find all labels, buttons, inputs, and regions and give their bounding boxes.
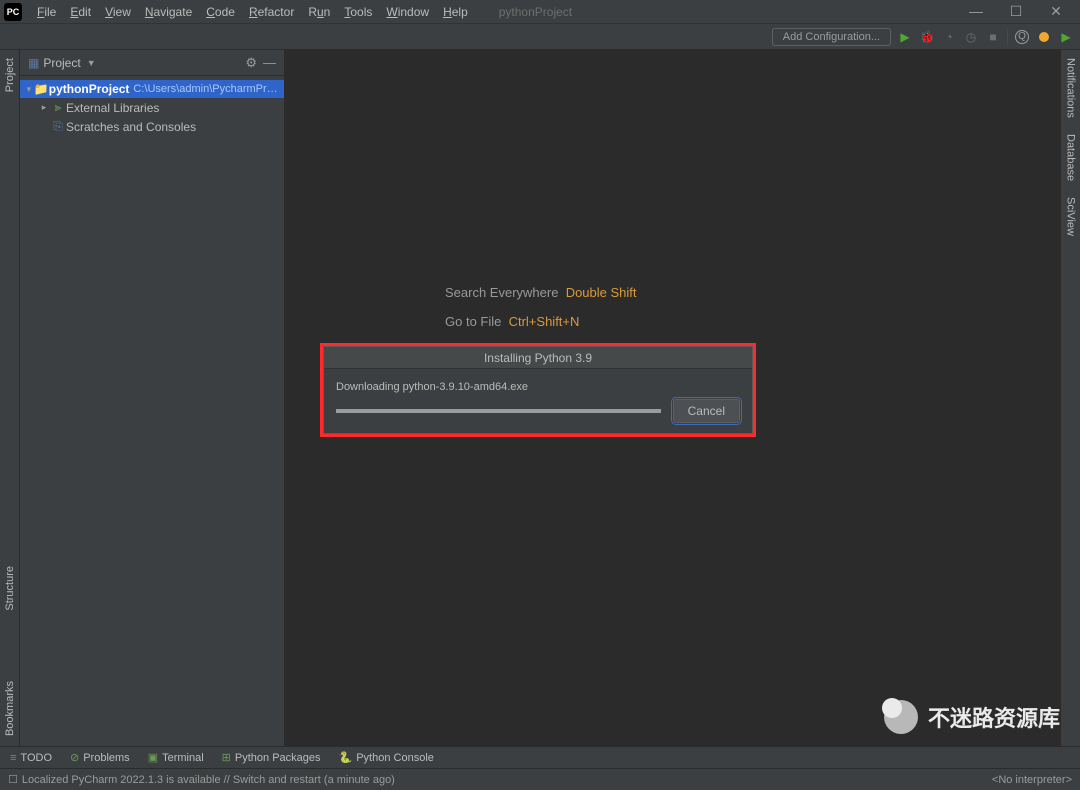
panel-settings-icon[interactable]: ⚙ [245, 55, 257, 71]
python-packages-tab[interactable]: ⊞Python Packages [222, 751, 321, 764]
shortcut: Double Shift [566, 285, 637, 300]
bottom-tool-tabs: ≡TODO ⊘Problems ▣Terminal ⊞Python Packag… [0, 746, 1080, 768]
menu-window[interactable]: Window [379, 5, 436, 19]
todo-tab[interactable]: ≡TODO [10, 752, 52, 764]
right-gutter: Notifications Database SciView [1060, 50, 1080, 746]
dialog-title: Installing Python 3.9 [324, 347, 752, 369]
console-icon: 🐍 [339, 751, 353, 764]
project-panel: ▦ Project ▼ ⚙ — ▾ 📁 pythonProject C:\Use… [20, 50, 285, 746]
maximize-button[interactable]: ☐ [996, 3, 1036, 20]
database-tool-tab[interactable]: Database [1065, 134, 1077, 181]
watermark: 不迷路资源库 [884, 700, 1060, 734]
problems-tab[interactable]: ⊘Problems [70, 751, 130, 764]
stop-icon[interactable]: ■ [985, 29, 1001, 45]
terminal-icon: ▣ [148, 751, 158, 764]
coverage-icon[interactable]: ◔ [941, 29, 957, 45]
status-icon[interactable]: ☐ [8, 773, 18, 786]
ide-features-icon[interactable]: ▶ [1058, 29, 1074, 45]
close-button[interactable]: ✕ [1036, 3, 1076, 20]
search-icon[interactable]: Q [1014, 29, 1030, 45]
menu-help[interactable]: Help [436, 5, 475, 19]
window-title: pythonProject [499, 5, 572, 19]
menu-run[interactable]: Run [301, 5, 337, 19]
expand-arrow-icon[interactable]: ▸ [38, 102, 50, 113]
debug-icon[interactable]: 🐞 [919, 29, 935, 45]
menu-bar: PC File Edit View Navigate Code Refactor… [0, 0, 1080, 24]
download-message: Downloading python-3.9.10-amd64.exe [336, 381, 740, 393]
python-console-tab[interactable]: 🐍Python Console [339, 751, 434, 764]
project-icon: ▦ [28, 56, 39, 70]
expand-arrow-icon[interactable]: ▾ [24, 84, 34, 95]
minimize-button[interactable]: — [956, 3, 996, 20]
interpreter-status[interactable]: <No interpreter> [992, 774, 1072, 786]
project-panel-header: ▦ Project ▼ ⚙ — [20, 50, 284, 76]
menu-code[interactable]: Code [199, 5, 242, 19]
cancel-button[interactable]: Cancel [673, 399, 740, 423]
status-message[interactable]: Localized PyCharm 2022.1.3 is available … [22, 774, 395, 786]
root-name: pythonProject [49, 82, 130, 96]
structure-tool-tab[interactable]: Structure [4, 566, 16, 611]
run-icon[interactable]: ▶ [897, 29, 913, 45]
packages-icon: ⊞ [222, 751, 231, 764]
toolbar: Add Configuration... ▶ 🐞 ◔ ◷ ■ Q ▶ [0, 24, 1080, 50]
tree-scratches[interactable]: ⎘ Scratches and Consoles [20, 117, 284, 136]
menu-file[interactable]: File [30, 5, 63, 19]
separator [1007, 29, 1008, 45]
installing-python-dialog: Installing Python 3.9 Downloading python… [323, 346, 753, 434]
tree-label: Scratches and Consoles [66, 120, 196, 134]
warning-icon: ⊘ [70, 751, 79, 764]
bookmarks-tool-tab[interactable]: Bookmarks [4, 681, 16, 736]
tree-external-libraries[interactable]: ▸ ⫸ External Libraries [20, 98, 284, 117]
updates-icon[interactable] [1036, 29, 1052, 45]
menu-edit[interactable]: Edit [63, 5, 98, 19]
root-path: C:\Users\admin\PycharmProjects\pyt [133, 83, 280, 95]
profile-icon[interactable]: ◷ [963, 29, 979, 45]
menu-navigate[interactable]: Navigate [138, 5, 199, 19]
wechat-icon [884, 700, 918, 734]
scratches-icon: ⎘ [50, 119, 66, 134]
tree-root[interactable]: ▾ 📁 pythonProject C:\Users\admin\Pycharm… [20, 80, 284, 98]
shortcut: Ctrl+Shift+N [509, 314, 580, 329]
left-gutter: Project Structure Bookmarks [0, 50, 20, 746]
hint-search-everywhere: Search Everywhere Double Shift [445, 285, 637, 300]
progress-bar [336, 409, 661, 413]
project-tree: ▾ 📁 pythonProject C:\Users\admin\Pycharm… [20, 76, 284, 140]
menu-refactor[interactable]: Refactor [242, 5, 301, 19]
app-icon: PC [4, 3, 22, 21]
tree-label: External Libraries [66, 101, 159, 115]
project-tool-tab[interactable]: Project [4, 58, 16, 92]
folder-icon: 📁 [34, 82, 49, 96]
menu-tools[interactable]: Tools [337, 5, 379, 19]
list-icon: ≡ [10, 752, 16, 764]
hint-goto-file: Go to File Ctrl+Shift+N [445, 314, 637, 329]
menu-view[interactable]: View [98, 5, 138, 19]
sciview-tool-tab[interactable]: SciView [1065, 197, 1077, 236]
add-configuration-button[interactable]: Add Configuration... [772, 28, 891, 46]
panel-hide-icon[interactable]: — [263, 55, 276, 70]
library-icon: ⫸ [50, 100, 66, 115]
watermark-text: 不迷路资源库 [928, 701, 1060, 733]
notifications-tool-tab[interactable]: Notifications [1065, 58, 1077, 118]
highlight-annotation: Installing Python 3.9 Downloading python… [320, 343, 756, 437]
chevron-down-icon[interactable]: ▼ [87, 58, 96, 68]
panel-title[interactable]: Project [43, 56, 80, 70]
terminal-tab[interactable]: ▣Terminal [148, 751, 204, 764]
status-bar: ☐ Localized PyCharm 2022.1.3 is availabl… [0, 768, 1080, 790]
